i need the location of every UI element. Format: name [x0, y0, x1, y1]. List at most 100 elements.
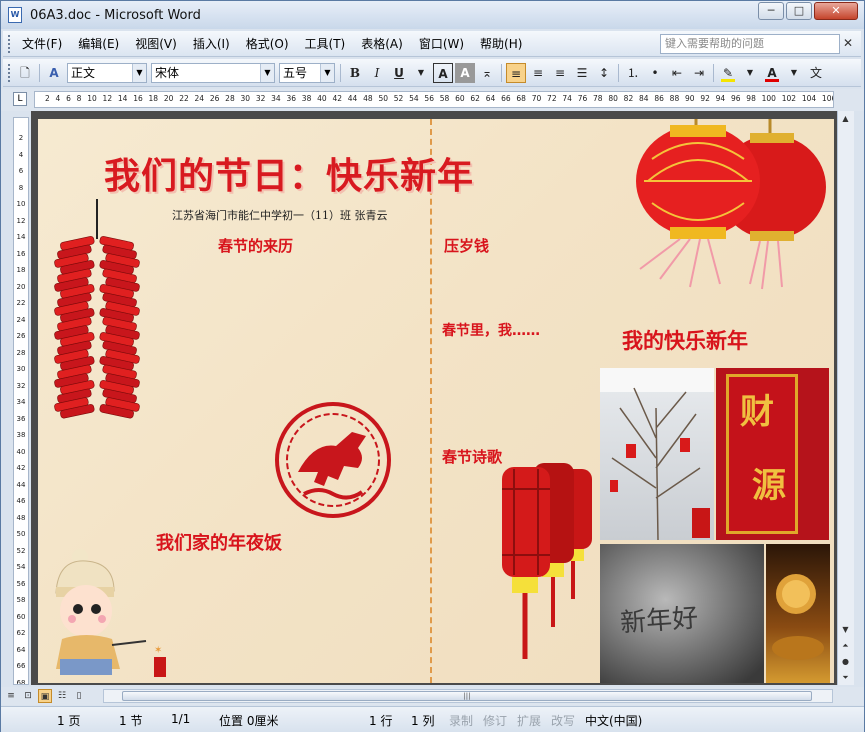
char-border-button[interactable]: A — [433, 62, 453, 83]
normal-view-icon[interactable]: ≡ — [4, 689, 18, 703]
couplet-char-cai: 财 — [740, 392, 774, 432]
status-line: 1 行 — [369, 714, 393, 728]
svg-text:✶: ✶ — [154, 645, 162, 656]
char-shading-button[interactable]: A — [455, 62, 475, 83]
vertical-ruler-tick: 18 — [16, 266, 26, 274]
toolbar-separator — [713, 63, 714, 82]
chevron-down-icon[interactable]: ▼ — [132, 63, 146, 82]
italic-button[interactable]: I — [367, 63, 387, 83]
outline-view-icon[interactable]: ☷ — [55, 689, 69, 703]
justify-icon[interactable]: ☰ — [572, 63, 592, 83]
vertical-ruler-tick: 54 — [16, 563, 26, 571]
line-spacing-icon[interactable]: ↕ — [594, 63, 614, 83]
web-layout-icon[interactable]: ⊡ — [21, 689, 35, 703]
horizontal-ruler[interactable]: 2 4 6 8 10 12 14 16 18 20 22 24 26 28 30… — [34, 91, 834, 108]
chevron-down-icon[interactable]: ▼ — [320, 63, 334, 82]
vertical-ruler-tick: 48 — [16, 513, 26, 522]
bold-button[interactable]: B — [345, 63, 365, 83]
scroll-thumb[interactable]: ||| — [122, 691, 812, 701]
maximize-button[interactable]: □ — [786, 2, 812, 20]
char-scale-icon[interactable]: ⌅ — [477, 63, 497, 83]
close-button[interactable]: ✕ — [814, 2, 858, 20]
underline-button[interactable]: U — [389, 63, 409, 83]
align-left-icon[interactable]: ≡ — [506, 62, 526, 83]
vertical-scrollbar[interactable]: ▲ ▼ ⏶ ● ⏷ — [837, 111, 854, 685]
print-layout-icon[interactable]: ▣ — [38, 689, 52, 703]
decrease-indent-icon[interactable]: ⇤ — [667, 63, 687, 83]
vertical-ruler-tick: 26 — [16, 332, 26, 340]
chevron-down-icon[interactable]: ▼ — [784, 63, 804, 83]
previous-page-icon[interactable]: ⏶ — [838, 638, 853, 653]
menu-help[interactable]: 帮助(H) — [472, 33, 530, 55]
font-size-select[interactable]: 五号 ▼ — [279, 62, 335, 83]
vertical-ruler-tick: 44 — [16, 480, 26, 489]
minimize-button[interactable]: ─ — [758, 2, 784, 20]
chevron-down-icon[interactable]: ▼ — [740, 63, 760, 83]
heading-lucky-money: 压岁钱 — [444, 237, 490, 255]
word-app-icon[interactable]: W — [8, 7, 22, 23]
vertical-ruler-tick: 46 — [16, 497, 26, 505]
menu-edit[interactable]: 编辑(E) — [70, 33, 127, 55]
phonetic-guide-icon[interactable]: 文 — [806, 63, 826, 83]
scroll-down-icon[interactable]: ▼ — [838, 622, 853, 637]
new-document-icon[interactable]: 🗋 — [15, 63, 35, 83]
vertical-ruler-tick: 10 — [16, 200, 26, 208]
status-language[interactable]: 中文(中国) — [585, 712, 642, 729]
view-scroll-bar: ≡ ⊡ ▣ ☷ ▯ ||| — [1, 687, 864, 705]
snow-car-photo: 新年好 — [600, 544, 764, 683]
font-select[interactable]: 宋体 ▼ — [151, 62, 275, 83]
horizontal-scrollbar[interactable]: ||| — [103, 689, 833, 703]
help-search-input[interactable]: 键入需要帮助的问题 — [660, 34, 840, 54]
menu-format[interactable]: 格式(O) — [238, 33, 297, 55]
select-browse-object-icon[interactable]: ● — [838, 654, 853, 669]
menu-insert[interactable]: 插入(I) — [185, 33, 238, 55]
status-overtype[interactable]: 改写 — [551, 712, 575, 729]
status-record-macro[interactable]: 录制 — [449, 712, 473, 729]
menu-view[interactable]: 视图(V) — [127, 33, 185, 55]
font-color-icon[interactable]: A — [762, 63, 782, 83]
highlight-icon[interactable]: ✎ — [718, 63, 738, 83]
toolbar-grip-icon[interactable] — [8, 63, 14, 82]
increase-indent-icon[interactable]: ⇥ — [689, 63, 709, 83]
vertical-ruler-tick: 24 — [16, 315, 26, 324]
chevron-down-icon[interactable]: ▼ — [260, 63, 274, 82]
toolbar-separator — [501, 63, 502, 82]
reading-layout-icon[interactable]: ▯ — [72, 689, 86, 703]
vertical-ruler-tick: 56 — [16, 579, 26, 588]
style-select[interactable]: 正文 ▼ — [67, 62, 147, 83]
tall-lanterns-picture — [502, 463, 592, 659]
golden-cakes-picture — [772, 574, 824, 660]
vertical-ruler-tick: 32 — [16, 381, 26, 390]
vertical-ruler[interactable]: 2 4 6 8 10 12 14 16 18 20 22 24 26 28 30 32 34 36 38 40 42 44… — [13, 117, 29, 685]
menu-table[interactable]: 表格(A) — [353, 33, 411, 55]
menu-file[interactable]: 文件(F) — [14, 33, 70, 55]
next-page-icon[interactable]: ⏷ — [838, 670, 853, 685]
document-close-icon[interactable]: ✕ — [843, 36, 853, 50]
styles-pane-icon[interactable]: A — [44, 63, 64, 83]
status-extend[interactable]: 扩展 — [517, 712, 541, 729]
plum-blossom-photo — [600, 368, 714, 540]
menu-bar: 文件(F) 编辑(E) 视图(V) 插入(I) 格式(O) 工具(T) 表格(A… — [3, 31, 861, 57]
bullets-icon[interactable]: • — [645, 63, 665, 83]
align-right-icon[interactable]: ≡ — [550, 63, 570, 83]
document-page[interactable]: 我们的节日：快乐新年 江苏省海门市能仁中学初一（11）班 张青云 春节的来历 压… — [38, 119, 834, 683]
formatting-toolbar: 🗋 A 正文 ▼ 宋体 ▼ 五号 ▼ B I U ▼ A A ⌅ ≡ ≡ ≡ ☰… — [3, 59, 861, 87]
heading-new-year-dinner: 我们家的年夜饭 — [156, 533, 282, 554]
vertical-ruler-tick: 28 — [16, 348, 26, 357]
menu-window[interactable]: 窗口(W) — [411, 33, 472, 55]
chevron-down-icon[interactable]: ▼ — [411, 63, 431, 83]
align-center-icon[interactable]: ≡ — [528, 63, 548, 83]
vertical-ruler-tick: 58 — [16, 596, 26, 604]
menu-tools[interactable]: 工具(T) — [297, 33, 354, 55]
numbering-icon[interactable]: ⒈ — [623, 63, 643, 83]
vertical-ruler-tick: 36 — [16, 414, 26, 423]
tab-selector-icon[interactable]: L — [13, 92, 27, 106]
vertical-ruler-tick: 30 — [16, 365, 26, 373]
status-track-changes[interactable]: 修订 — [483, 712, 507, 729]
vertical-ruler-tick: 64 — [16, 645, 26, 654]
toolbar-separator — [340, 63, 341, 82]
status-section: 1 节 — [119, 714, 143, 728]
scroll-up-icon[interactable]: ▲ — [838, 111, 853, 126]
heading-happy-new-year: 我的快乐新年 — [622, 329, 748, 353]
vertical-ruler-tick: 4 — [18, 150, 24, 159]
